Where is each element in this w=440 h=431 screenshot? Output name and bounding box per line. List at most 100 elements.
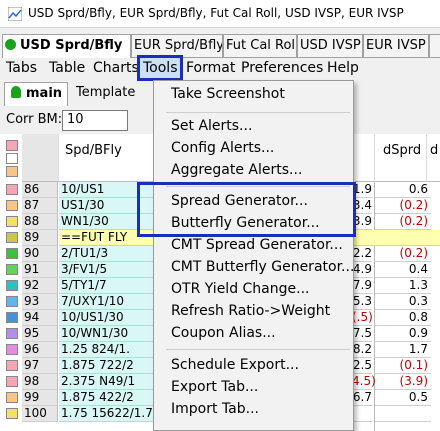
row-number: 94 <box>22 310 58 326</box>
row-number: 96 <box>22 342 58 358</box>
active-dot-icon <box>5 39 16 50</box>
cell-value[interactable]: 7.5 <box>352 326 372 342</box>
cell-dsprd[interactable]: 0.5 <box>375 390 431 406</box>
row-color-swatch[interactable] <box>6 408 18 419</box>
cell-dsprd[interactable]: (0.2) <box>375 246 431 262</box>
row-number: 88 <box>22 214 58 230</box>
menu-separator <box>166 349 350 350</box>
cell-dsprd[interactable]: 0.3 <box>375 294 431 310</box>
menu-item-config-alerts[interactable]: Config Alerts... <box>171 140 274 156</box>
cell-dsprd[interactable] <box>375 230 431 246</box>
column-header-hidden[interactable] <box>355 134 375 182</box>
row-color-swatch[interactable] <box>6 392 18 403</box>
menu-tabs[interactable]: Tabs <box>6 60 37 76</box>
menu-separator <box>166 112 350 113</box>
swatch-header-3[interactable] <box>6 166 18 177</box>
cell-value[interactable]: (.5) <box>352 310 373 326</box>
corr-bm-input[interactable]: 10 <box>62 110 128 131</box>
bell-icon <box>11 86 21 98</box>
menu-item-coupon-alias[interactable]: Coupon Alias... <box>171 325 276 341</box>
menu-item-take-screenshot[interactable]: Take Screenshot <box>171 86 285 102</box>
column-header-dsprd[interactable]: dSprd <box>375 134 427 182</box>
swatch-header-1[interactable] <box>6 140 18 151</box>
menu-table[interactable]: Table <box>49 60 85 76</box>
menu-item-schedule-export[interactable]: Schedule Export... <box>171 357 299 373</box>
generator-items-highlight <box>137 182 356 237</box>
menu-item-cmt-spread-generator[interactable]: CMT Spread Generator... <box>171 237 343 253</box>
row-number: 92 <box>22 278 58 294</box>
row-color-swatch[interactable] <box>6 184 18 195</box>
row-number: 86 <box>22 182 58 198</box>
menu-item-export-tab[interactable]: Export Tab... <box>171 379 258 395</box>
menu-item-cmt-butterfly-generator[interactable]: CMT Butterfly Generator... <box>171 259 354 275</box>
row-color-swatch[interactable] <box>6 344 18 355</box>
row-color-swatch[interactable] <box>6 376 18 387</box>
tab-overflow[interactable] <box>429 34 440 58</box>
workspace-tabs: USD Sprd/Bfly EUR Sprd/Bfly Fut Cal Roll… <box>0 34 440 59</box>
row-number: 87 <box>22 198 58 214</box>
menu-format[interactable]: Format <box>186 60 235 76</box>
tab-fut-cal-roll[interactable]: Fut Cal Roll <box>223 34 297 58</box>
corr-bm-label: Corr BM: <box>6 112 63 127</box>
cell-value[interactable]: 5.3 <box>352 294 372 310</box>
menu-bar: Tabs Table Charts Format Preferences Hel… <box>0 58 440 80</box>
row-color-swatch[interactable] <box>6 296 18 307</box>
subtab-template[interactable]: Template <box>76 82 146 106</box>
tab-eur-ivsp[interactable]: EUR IVSP <box>363 34 429 58</box>
row-color-swatch[interactable] <box>6 248 18 259</box>
row-number: 100 <box>22 406 58 422</box>
subtab-main[interactable]: main <box>4 82 68 106</box>
row-number: 89 <box>22 230 58 246</box>
cell-dsprd[interactable]: 0.6 <box>375 182 431 198</box>
cell-dsprd[interactable]: 0.8 <box>375 310 431 326</box>
menu-item-refresh-ratio-weight[interactable]: Refresh Ratio->Weight <box>171 303 330 319</box>
tools-dropdown-menu: Take Screenshot Set Alerts... Config Ale… <box>153 80 354 431</box>
row-number: 90 <box>22 246 58 262</box>
row-color-swatch[interactable] <box>6 280 18 291</box>
cell-value[interactable]: 4.5) <box>352 374 376 390</box>
menu-item-import-tab[interactable]: Import Tab... <box>171 401 259 417</box>
app-icon <box>8 7 22 21</box>
row-number: 97 <box>22 358 58 374</box>
cell-dsprd[interactable]: (0.2) <box>375 214 431 230</box>
cell-dsprd[interactable]: 1.7 <box>375 342 431 358</box>
row-color-swatch[interactable] <box>6 328 18 339</box>
menu-item-aggregate-alerts[interactable]: Aggregate Alerts... <box>171 162 302 178</box>
row-color-swatch[interactable] <box>6 232 18 243</box>
menu-charts[interactable]: Charts <box>93 60 139 76</box>
row-color-swatch[interactable] <box>6 216 18 227</box>
row-number: 91 <box>22 262 58 278</box>
menu-item-set-alerts[interactable]: Set Alerts... <box>171 118 252 134</box>
cell-value[interactable]: 6.7 <box>352 390 372 406</box>
cell-dsprd[interactable]: (0.1) <box>375 358 431 374</box>
cell-dsprd[interactable]: 1.3 <box>375 278 431 294</box>
cell-value[interactable]: 7.9 <box>352 278 372 294</box>
column-header-extra[interactable]: d <box>427 134 440 182</box>
tab-usd-ivsp[interactable]: USD IVSP <box>297 34 363 58</box>
tab-usd-sprd-bfly[interactable]: USD Sprd/Bfly <box>2 34 131 59</box>
cell-value[interactable]: 8.2 <box>352 342 372 358</box>
swatch-header-2[interactable] <box>6 153 18 164</box>
row-color-swatch[interactable] <box>6 312 18 323</box>
row-number: 99 <box>22 390 58 406</box>
menu-preferences[interactable]: Preferences <box>241 60 323 76</box>
row-number: 93 <box>22 294 58 310</box>
cell-value[interactable]: 2.2 <box>352 246 372 262</box>
row-color-swatch[interactable] <box>6 200 18 211</box>
cell-dsprd[interactable]: (3.9) <box>375 374 431 390</box>
menu-help[interactable]: Help <box>327 60 359 76</box>
title-bar: USD Sprd/Bfly, EUR Sprd/Bfly, Fut Cal Ro… <box>0 0 440 28</box>
row-color-swatch[interactable] <box>6 264 18 275</box>
row-number: 95 <box>22 326 58 342</box>
cell-value[interactable]: 4.9 <box>352 262 372 278</box>
cell-value[interactable] <box>352 406 372 422</box>
cell-dsprd[interactable] <box>375 406 431 422</box>
cell-dsprd[interactable]: 0.9 <box>375 326 431 342</box>
cell-value[interactable]: 2.5 <box>352 358 372 374</box>
row-number-header <box>22 134 59 182</box>
row-color-swatch[interactable] <box>6 360 18 371</box>
cell-dsprd[interactable]: (0.2) <box>375 198 431 214</box>
menu-tools[interactable]: Tools <box>137 55 183 81</box>
menu-item-otr-yield-change[interactable]: OTR Yield Change... <box>171 281 309 297</box>
cell-dsprd[interactable]: 0.4 <box>375 262 431 278</box>
